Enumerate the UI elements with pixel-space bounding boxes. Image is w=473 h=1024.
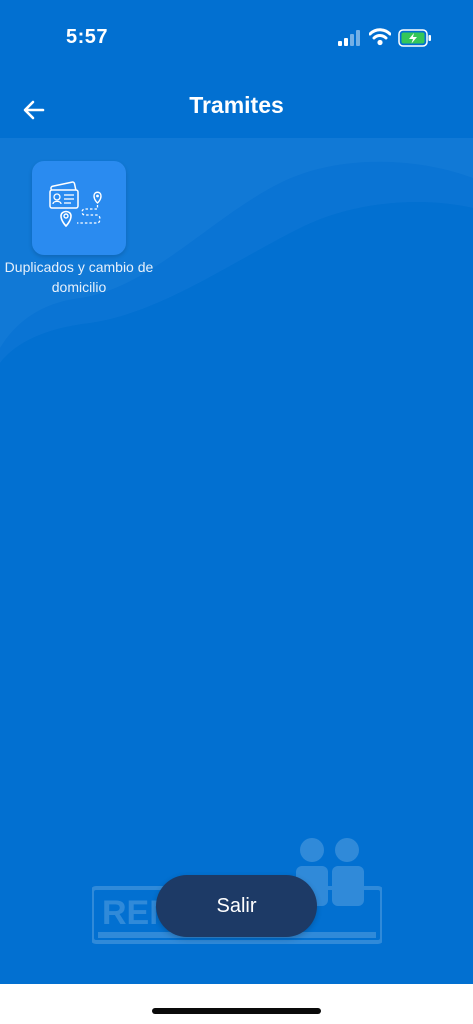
exit-button[interactable]: Salir bbox=[156, 875, 317, 937]
signal-icon bbox=[338, 30, 360, 46]
app-screen: 5:57 Tramites Duplicados y cambio de dom… bbox=[0, 0, 473, 1024]
status-bar: 5:57 bbox=[0, 0, 473, 80]
page-title: Tramites bbox=[189, 92, 284, 118]
status-time: 5:57 bbox=[66, 26, 109, 48]
app-bar: Tramites bbox=[0, 80, 473, 138]
tile-icon-box[interactable] bbox=[32, 161, 126, 255]
bottom-bar bbox=[0, 984, 473, 1024]
battery-charging-icon bbox=[398, 29, 431, 47]
id-card-location-icon bbox=[49, 181, 102, 228]
wifi-icon bbox=[369, 28, 391, 46]
tile-label: Duplicados y cambio de domicilio bbox=[4, 259, 154, 295]
home-indicator[interactable] bbox=[152, 1008, 321, 1014]
